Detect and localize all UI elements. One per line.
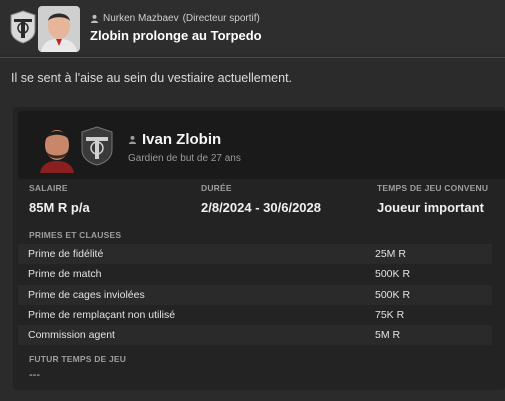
user-icon xyxy=(128,135,137,144)
clause-name: Prime de remplaçant non utilisé xyxy=(28,309,176,321)
clause-name: Commission agent xyxy=(28,329,115,341)
salary-value: 85M R p/a xyxy=(29,200,90,215)
clause-value: 25M R xyxy=(375,248,406,260)
club-badge-icon[interactable] xyxy=(9,10,37,44)
clauses-label: PRIMES ET CLAUSES xyxy=(29,230,122,240)
sender-name[interactable]: Nurken Mazbaev xyxy=(103,13,179,24)
player-header: Ivan Zlobin Gardien de but de 27 ans xyxy=(18,111,505,179)
clause-row: Prime de cages inviolées 500K R xyxy=(18,285,492,305)
player-name[interactable]: Ivan Zlobin xyxy=(142,131,221,148)
clause-value: 5M R xyxy=(375,329,401,341)
future-playtime-value: --- xyxy=(29,369,40,381)
player-photo[interactable] xyxy=(34,123,80,173)
message-body: Il se sent à l'aise au sein du vestiaire… xyxy=(11,71,293,85)
message-header: Nurken Mazbaev (Directeur sportif) Zlobi… xyxy=(0,0,505,54)
clause-value: 500K R xyxy=(375,289,411,301)
duration-value: 2/8/2024 - 30/6/2028 xyxy=(201,200,321,215)
sender-role: (Directeur sportif) xyxy=(182,13,260,24)
message-title: Zlobin prolonge au Torpedo xyxy=(90,28,262,43)
clause-row: Commission agent 5M R xyxy=(18,325,492,345)
duration-label: DURÉE xyxy=(201,183,232,193)
sender-line: Nurken Mazbaev (Directeur sportif) xyxy=(90,13,260,24)
player-description: Gardien de but de 27 ans xyxy=(128,153,241,164)
playtime-label: TEMPS DE JEU CONVENU xyxy=(377,183,489,193)
clause-row: Prime de match 500K R xyxy=(18,264,492,284)
header-divider xyxy=(0,57,505,58)
clause-name: Prime de fidélité xyxy=(28,248,104,260)
clause-row: Prime de fidélité 25M R xyxy=(18,244,492,264)
future-playtime-label: FUTUR TEMPS DE JEU xyxy=(29,354,127,364)
player-club-badge-icon[interactable] xyxy=(80,126,114,166)
sender-photo[interactable] xyxy=(38,6,80,52)
player-name-row: Ivan Zlobin xyxy=(128,131,221,148)
clause-row: Prime de remplaçant non utilisé 75K R xyxy=(18,305,492,325)
salary-label: SALAIRE xyxy=(29,183,68,193)
playtime-value: Joueur important xyxy=(377,200,484,215)
clause-name: Prime de match xyxy=(28,268,102,280)
clause-value: 75K R xyxy=(375,309,405,321)
clause-name: Prime de cages inviolées xyxy=(28,289,145,301)
clause-value: 500K R xyxy=(375,268,411,280)
user-icon xyxy=(90,14,99,23)
